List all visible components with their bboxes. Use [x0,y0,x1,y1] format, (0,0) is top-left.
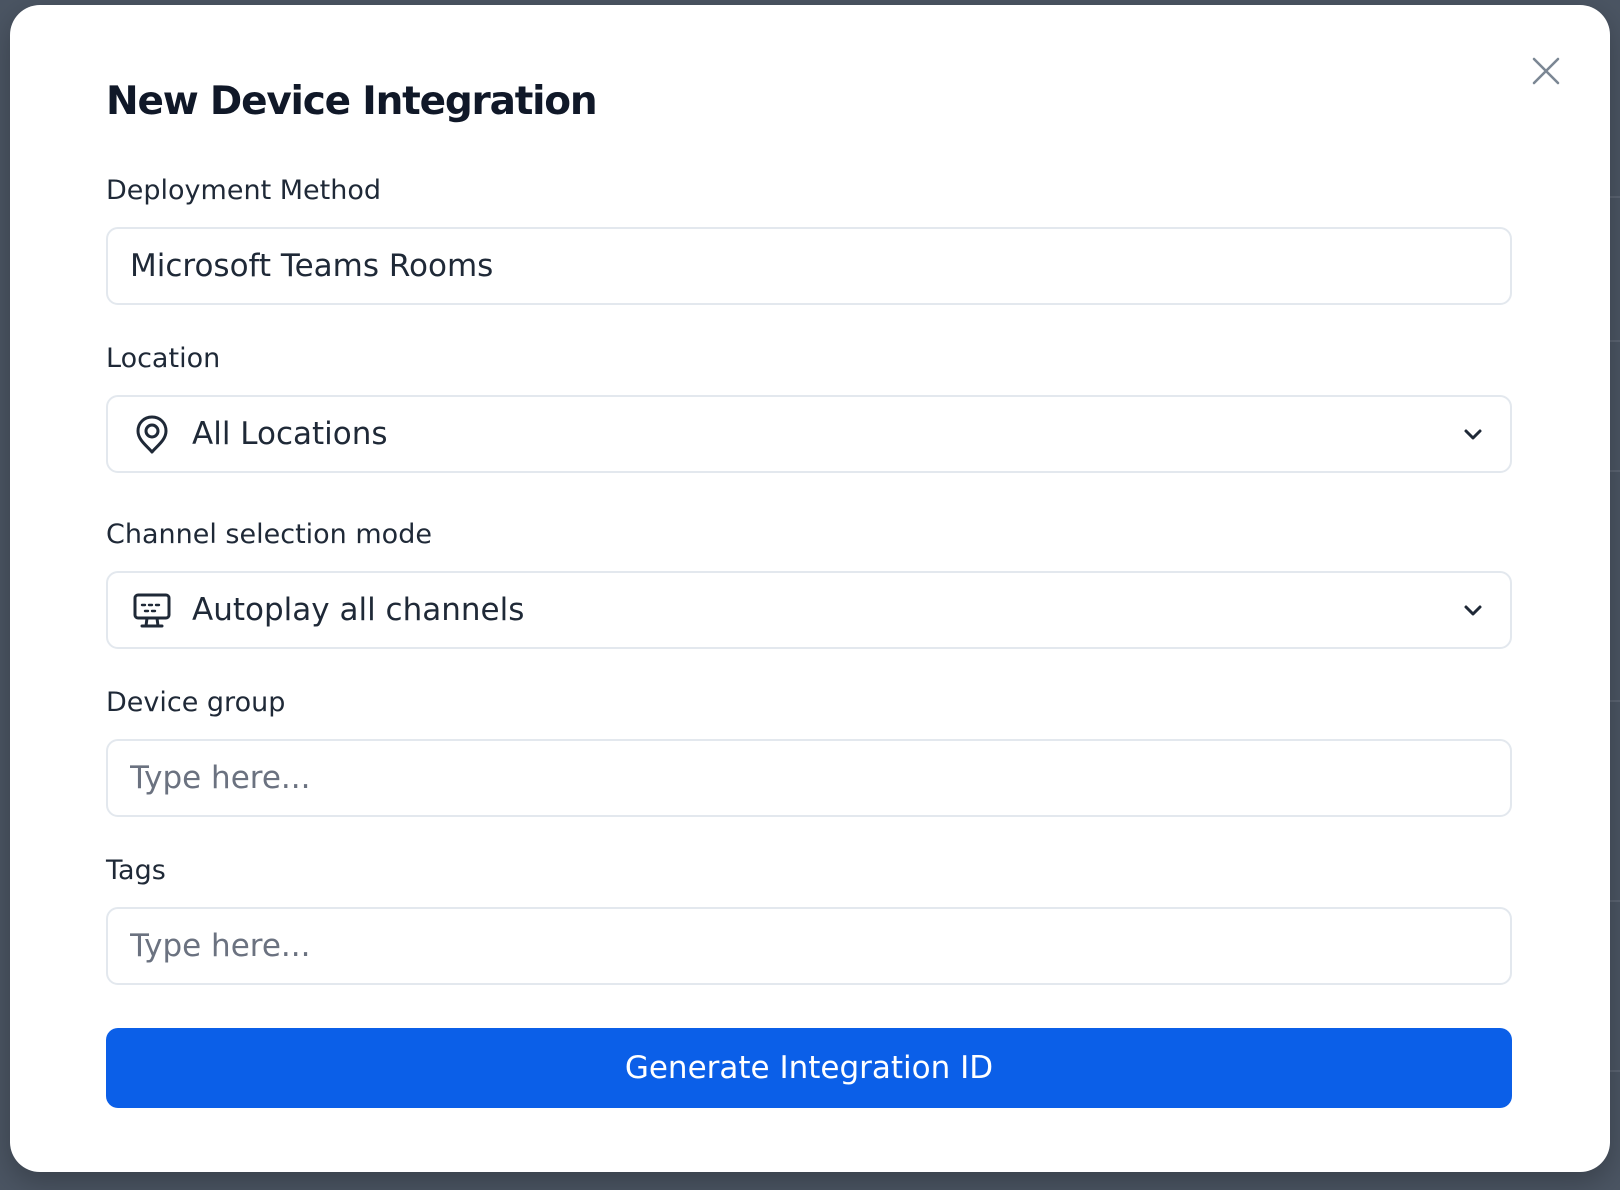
generate-integration-id-button[interactable]: Generate Integration ID [106,1028,1512,1108]
new-device-integration-modal: New Device Integration Deployment Method… [10,5,1610,1172]
monitor-icon [133,593,171,628]
deployment-method-value: Microsoft Teams Rooms [130,248,494,284]
tags-field[interactable] [106,907,1512,985]
chevron-down-icon [1464,429,1482,440]
close-button[interactable] [1526,51,1566,91]
device-group-label: Device group [106,687,286,718]
map-pin-icon [136,415,168,454]
location-label: Location [106,343,221,374]
deployment-method-label: Deployment Method [106,175,381,206]
channel-mode-label: Channel selection mode [106,519,432,550]
device-group-input[interactable] [130,760,1488,796]
close-icon [1532,57,1560,85]
channel-mode-select[interactable]: Autoplay all channels [106,571,1512,649]
tags-label: Tags [106,855,166,886]
location-select[interactable]: All Locations [106,395,1512,473]
tags-input[interactable] [130,928,1488,964]
channel-mode-value: Autoplay all channels [192,592,525,628]
device-group-field[interactable] [106,739,1512,817]
modal-title: New Device Integration [106,79,598,124]
chevron-down-icon [1464,605,1482,616]
location-value: All Locations [192,416,388,452]
deployment-method-field[interactable]: Microsoft Teams Rooms [106,227,1512,305]
